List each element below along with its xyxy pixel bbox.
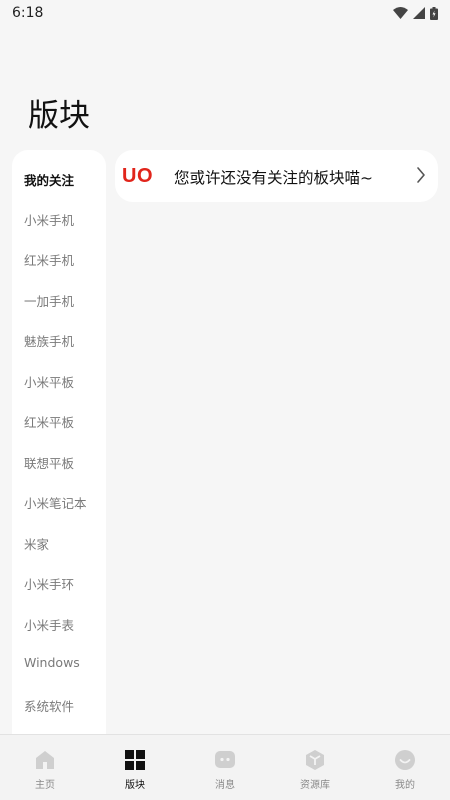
cube-icon — [306, 750, 324, 770]
status-bar: 6:18 — [0, 0, 450, 26]
sidebar-item-xiaomi-laptop[interactable]: 小米笔记本 — [24, 493, 87, 512]
sidebar-item-oneplus-phone[interactable]: 一加手机 — [24, 291, 74, 310]
tab-label: 消息 — [215, 780, 235, 791]
sidebar-item-redmi-phone[interactable]: 红米手机 — [24, 250, 74, 269]
tab-label: 主页 — [35, 780, 55, 791]
chevron-right-icon — [416, 166, 426, 188]
bottom-nav: 主页 版块 消息 资源库 我的 — [0, 734, 450, 800]
home-icon — [36, 751, 54, 769]
sidebar-item-redmi-pad[interactable]: 红米平板 — [24, 412, 74, 431]
wifi-icon — [393, 7, 408, 19]
smile-icon — [395, 750, 415, 770]
sidebar-item-lenovo-pad[interactable]: 联想平板 — [24, 453, 74, 472]
sidebar-item-xiaomi-pad[interactable]: 小米平板 — [24, 372, 74, 391]
sidebar-item-meizu-phone[interactable]: 魅族手机 — [24, 331, 74, 350]
tab-home[interactable]: 主页 — [0, 735, 90, 800]
empty-follows-card[interactable]: UO 您或许还没有关注的板块喵~ — [115, 150, 438, 202]
sidebar-item-xiaomi-watch[interactable]: 小米手表 — [24, 615, 74, 634]
tab-resources[interactable]: 资源库 — [270, 735, 360, 800]
tab-label: 我的 — [395, 780, 415, 791]
emoticon-logo: UO — [122, 165, 153, 187]
message-icon — [215, 751, 235, 768]
tab-profile[interactable]: 我的 — [360, 735, 450, 800]
sidebar-item-system-software[interactable]: 系统软件 — [24, 696, 74, 715]
signal-icon — [413, 7, 425, 19]
status-time: 6:18 — [12, 5, 44, 21]
category-sidebar: 我的关注 小米手机 红米手机 一加手机 魅族手机 小米平板 红米平板 联想平板 … — [12, 150, 106, 740]
tab-label: 资源库 — [300, 780, 330, 791]
tab-label: 版块 — [125, 780, 145, 791]
page-title: 版块 — [28, 98, 90, 134]
sidebar-item-mijia[interactable]: 米家 — [24, 534, 49, 553]
tab-messages[interactable]: 消息 — [180, 735, 270, 800]
sidebar-item-xiaomi-band[interactable]: 小米手环 — [24, 574, 74, 593]
status-icons — [393, 6, 438, 20]
sidebar-item-xiaomi-phone[interactable]: 小米手机 — [24, 210, 74, 229]
battery-charging-icon — [430, 6, 438, 20]
tab-sections[interactable]: 版块 — [90, 735, 180, 800]
sidebar-item-windows[interactable]: Windows — [24, 655, 80, 670]
grid-icon — [125, 750, 145, 770]
sidebar-item-my-follows[interactable]: 我的关注 — [24, 170, 74, 189]
empty-follows-message: 您或许还没有关注的板块喵~ — [174, 169, 373, 187]
